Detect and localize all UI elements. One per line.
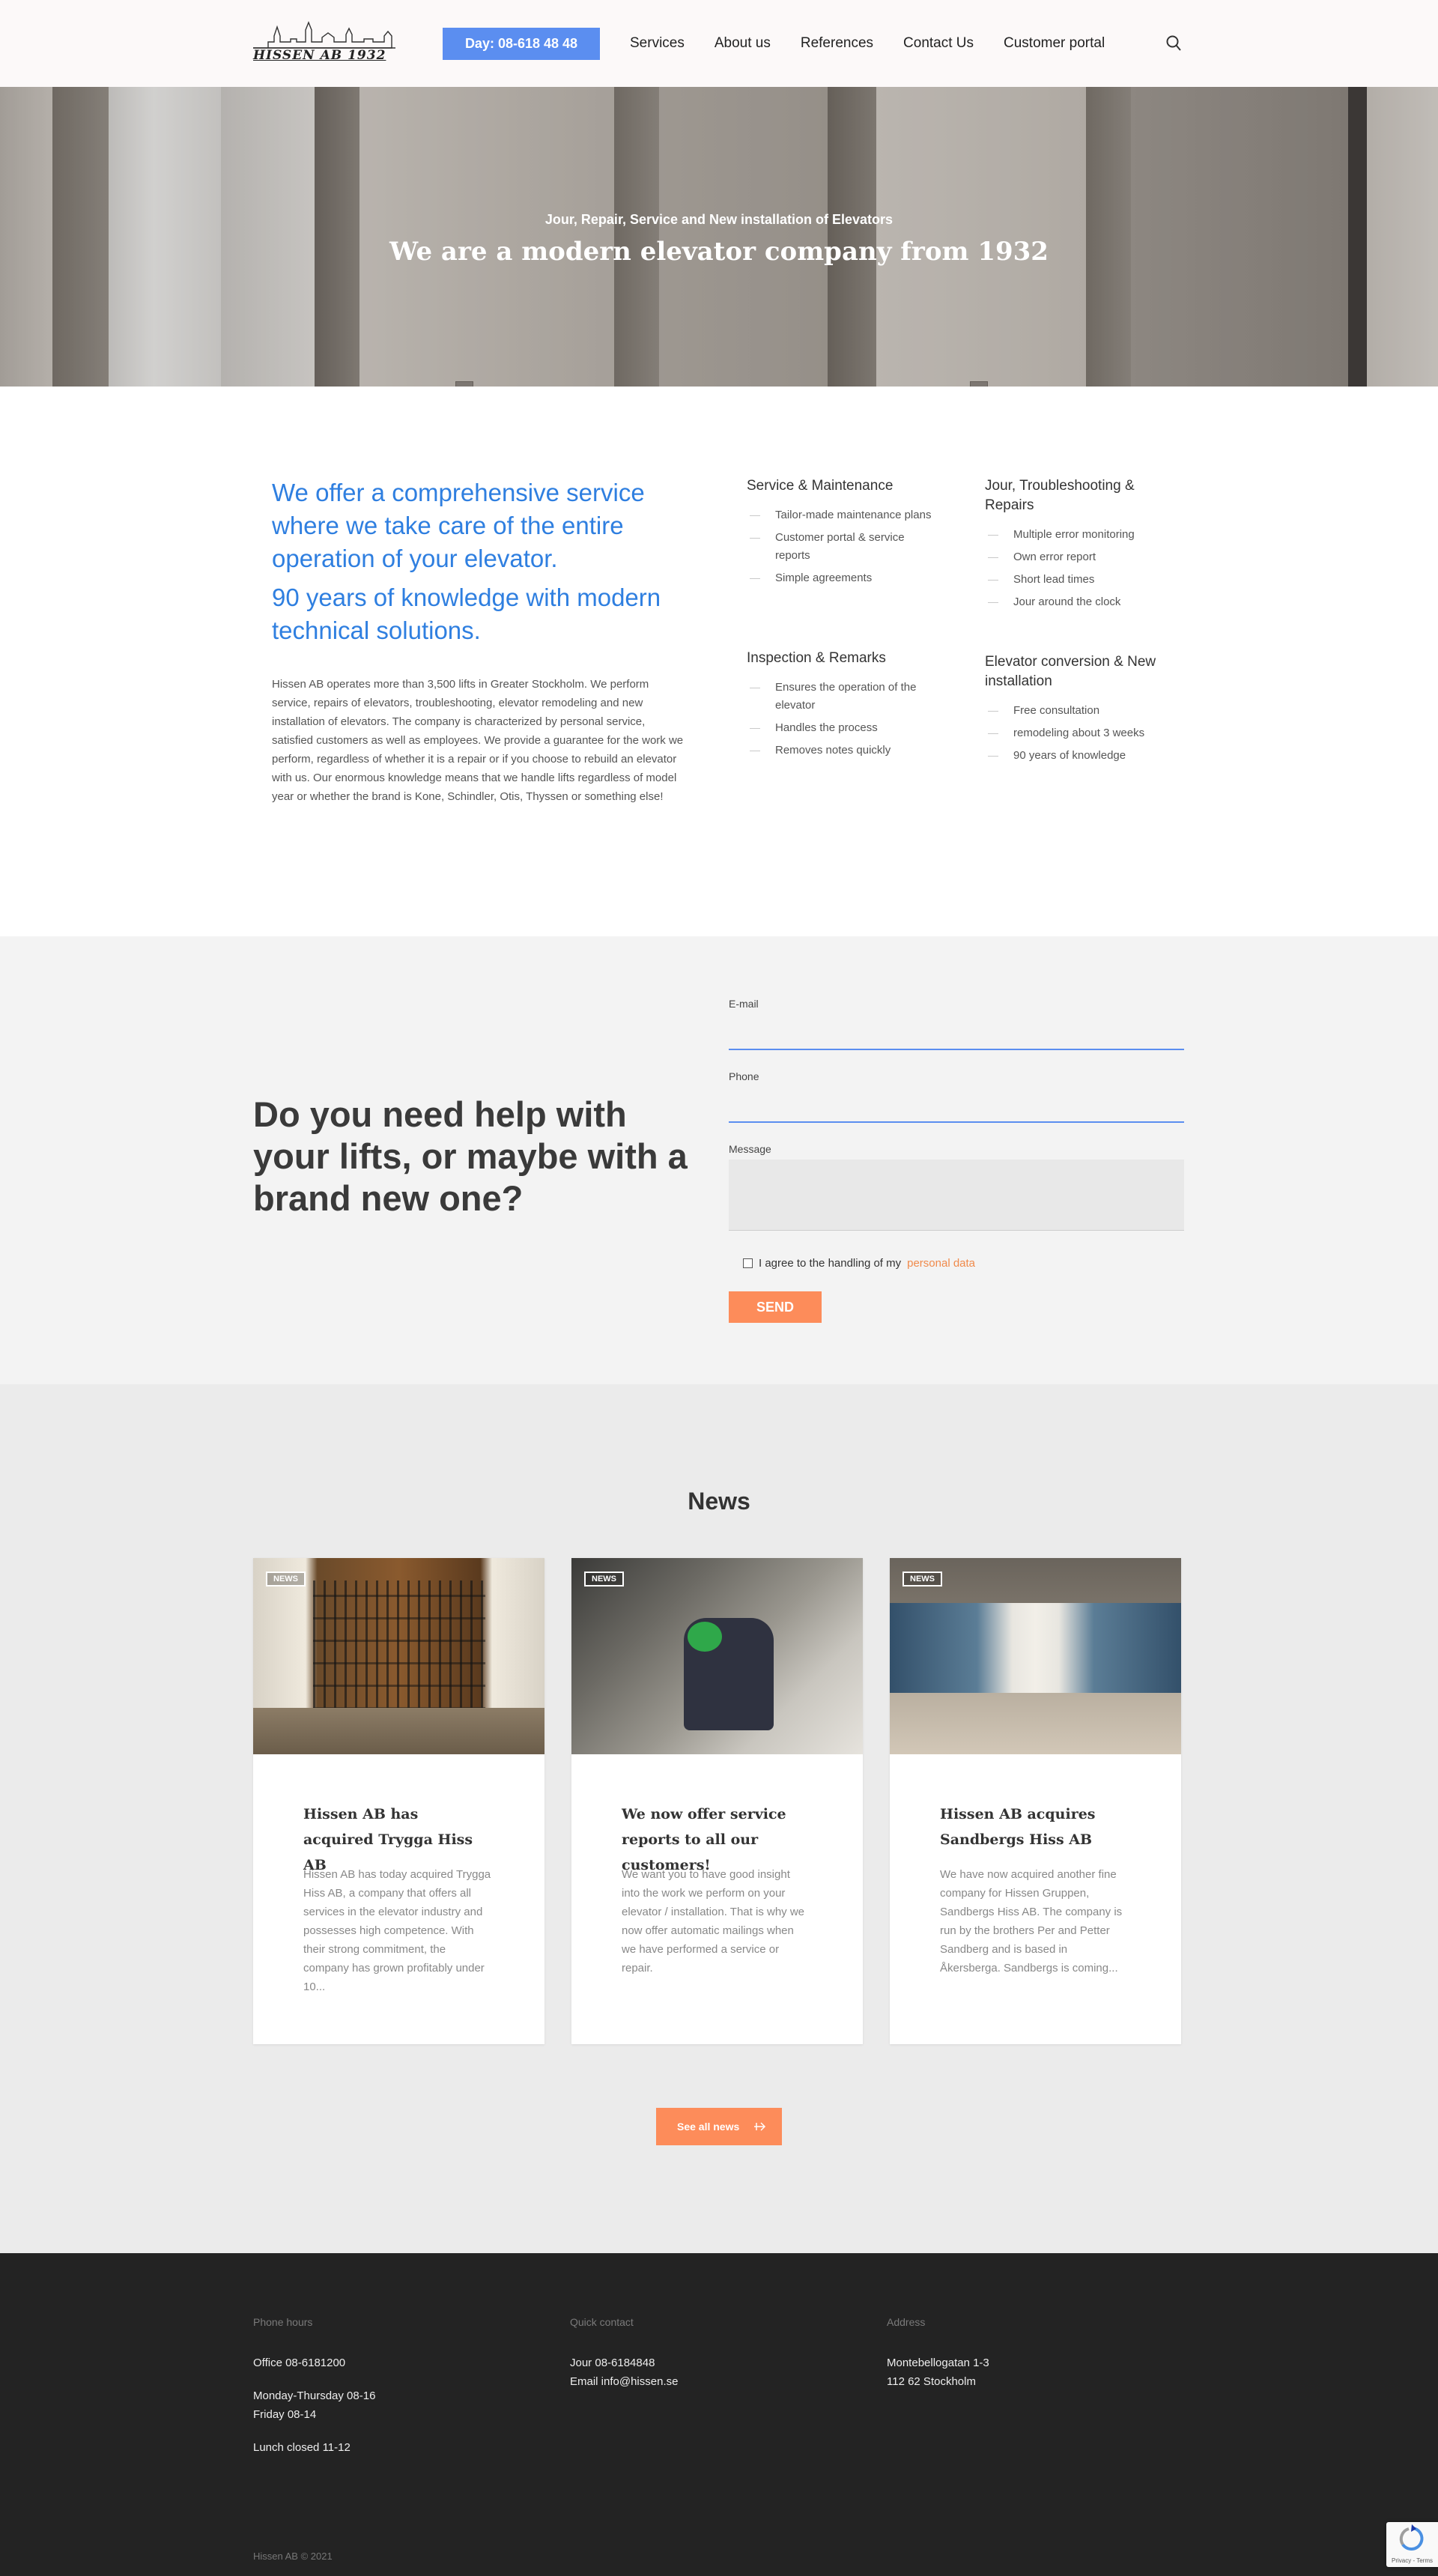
skyline-logo-icon [253,21,395,49]
hero-subtitle: Jour, Repair, Service and New installati… [544,212,894,227]
consent-checkbox[interactable] [743,1258,753,1268]
address-city: 112 62 Stockholm [887,2375,976,2388]
footer-heading: Quick contact [570,2316,634,2328]
service-block-new-installation: Elevator conversion & New installation F… [985,652,1180,769]
news-card-image[interactable]: NEWS [890,1558,1181,1754]
phone-button[interactable]: Day: 08-618 48 48 [443,28,600,60]
service-block-inspection: Inspection & Remarks Ensures the operati… [747,649,941,764]
service-item: Free consultation [985,702,1180,720]
phone-label: Phone [729,1070,759,1082]
see-all-news-label: See all news [677,2121,740,2133]
company-intro: Hissen AB operates more than 3,500 lifts… [272,678,684,803]
nav-contact-us[interactable]: Contact Us [903,35,974,52]
service-item: Short lead times [985,571,1180,589]
search-icon[interactable] [1166,35,1181,52]
news-tag[interactable]: NEWS [584,1572,624,1586]
footer-address: Address Montebellogatan 1-3 112 62 Stock… [887,2316,1111,2391]
service-item: Handles the process [747,719,941,737]
email-label: E-mail [729,998,759,1010]
logo[interactable]: HISSEN AB 1932 [253,19,395,66]
message-label: Message [729,1143,771,1155]
see-all-news-button[interactable]: See all news [656,2108,782,2145]
nav-references[interactable]: References [801,35,873,52]
message-field[interactable] [729,1160,1184,1231]
phone-field[interactable] [729,1121,1184,1123]
news-tag[interactable]: NEWS [902,1572,942,1586]
arrow-right-icon [754,2122,766,2131]
service-block-title: Elevator conversion & New installation [985,654,1156,689]
services-lead: We offer a comprehensive service where w… [272,476,691,647]
nav-services[interactable]: Services [630,35,685,52]
address-street: Montebellogatan 1-3 [887,2357,989,2369]
news-card[interactable]: NEWS Hissen AB has acquired Trygga Hiss … [253,1558,544,2044]
site-header: HISSEN AB 1932 Day: 08-618 48 48 Service… [0,0,1438,87]
footer-heading: Phone hours [253,2316,313,2328]
service-block-title: Jour, Troubleshooting & Repairs [985,478,1135,513]
logo-text: HISSEN AB 1932 [253,48,386,63]
hours-friday: Friday 08-14 [253,2408,317,2421]
site-footer: Phone hours Office 08-6181200 Monday-Thu… [0,2253,1438,2576]
service-item: Multiple error monitoring [985,526,1180,544]
service-block-title: Service & Maintenance [747,478,894,494]
contact-section: Do you need help with your lifts, or may… [0,936,1438,1384]
service-item: Customer portal & service reports [747,529,941,565]
footer-phone-hours: Phone hours Office 08-6181200 Monday-Thu… [253,2316,478,2457]
lead-text-2: 90 years of knowledge with modern techni… [272,584,661,644]
office-phone: Office 08-6181200 [253,2357,346,2369]
news-tag[interactable]: NEWS [266,1572,306,1586]
hero-title: We are a modern elevator company from 19… [389,237,1049,267]
contact-heading: Do you need help with your lifts, or may… [253,1094,688,1218]
news-card-image[interactable]: NEWS [571,1558,863,1754]
news-card-excerpt: We want you to have good insight into th… [622,1868,805,1975]
hours-weekdays: Monday-Thursday 08-16 [253,2389,376,2402]
contact-email[interactable]: Email info@hissen.se [570,2372,795,2391]
services-section: We offer a comprehensive service where w… [0,387,1438,936]
service-block-repairs: Jour, Troubleshooting & Repairs Multiple… [985,476,1180,616]
news-card[interactable]: NEWS Hissen AB acquires Sandbergs Hiss A… [890,1558,1181,2044]
lead-text-1: We offer a comprehensive service where w… [272,479,645,572]
service-block-maintenance: Service & Maintenance Tailor-made mainte… [747,476,941,592]
nav-about-us[interactable]: About us [715,35,771,52]
recaptcha-icon [1399,2524,1424,2551]
service-item: 90 years of knowledge [985,747,1180,765]
service-item: Jour around the clock [985,593,1180,611]
news-card-excerpt: Hissen AB has today acquired Trygga Hiss… [303,1868,491,1993]
email-field[interactable] [729,1049,1184,1050]
service-block-title: Inspection & Remarks [747,650,886,666]
consent-row: I agree to the handling of my personal d… [743,1257,975,1270]
service-item: Tailor-made maintenance plans [747,506,941,524]
news-card[interactable]: NEWS We now offer service reports to all… [571,1558,863,2044]
copyright: Hissen AB © 2021 [253,2551,333,2562]
news-card-title[interactable]: Hissen AB acquires Sandbergs Hiss AB [940,1801,1120,1852]
nav-customer-portal[interactable]: Customer portal [1004,35,1105,52]
news-section: News NEWS Hissen AB has acquired Trygga … [0,1384,1438,2253]
service-item: Ensures the operation of the elevator [747,679,941,715]
news-title: News [688,1488,750,1515]
lunch-hours: Lunch closed 11-12 [253,2441,351,2454]
footer-quick-contact: Quick contact Jour 08-6184848 Email info… [570,2316,795,2391]
main-nav: Services About us References Contact Us … [630,0,1105,87]
news-card-excerpt: We have now acquired another fine compan… [940,1868,1123,1975]
consent-text: I agree to the handling of my [759,1257,902,1270]
footer-heading: Address [887,2316,926,2328]
hero-banner: Jour, Repair, Service and New installati… [0,87,1438,387]
news-card-image[interactable]: NEWS [253,1558,544,1754]
send-button[interactable]: SEND [729,1291,822,1323]
service-item: Simple agreements [747,569,941,587]
service-item: Removes notes quickly [747,742,941,760]
recaptcha-terms[interactable]: Privacy - Terms [1386,2557,1438,2564]
personal-data-link[interactable]: personal data [907,1257,975,1270]
service-item: Own error report [985,548,1180,566]
service-item: remodeling about 3 weeks [985,724,1180,742]
jour-phone[interactable]: Jour 08-6184848 [570,2354,795,2372]
recaptcha-badge[interactable]: Privacy - Terms [1386,2522,1438,2567]
